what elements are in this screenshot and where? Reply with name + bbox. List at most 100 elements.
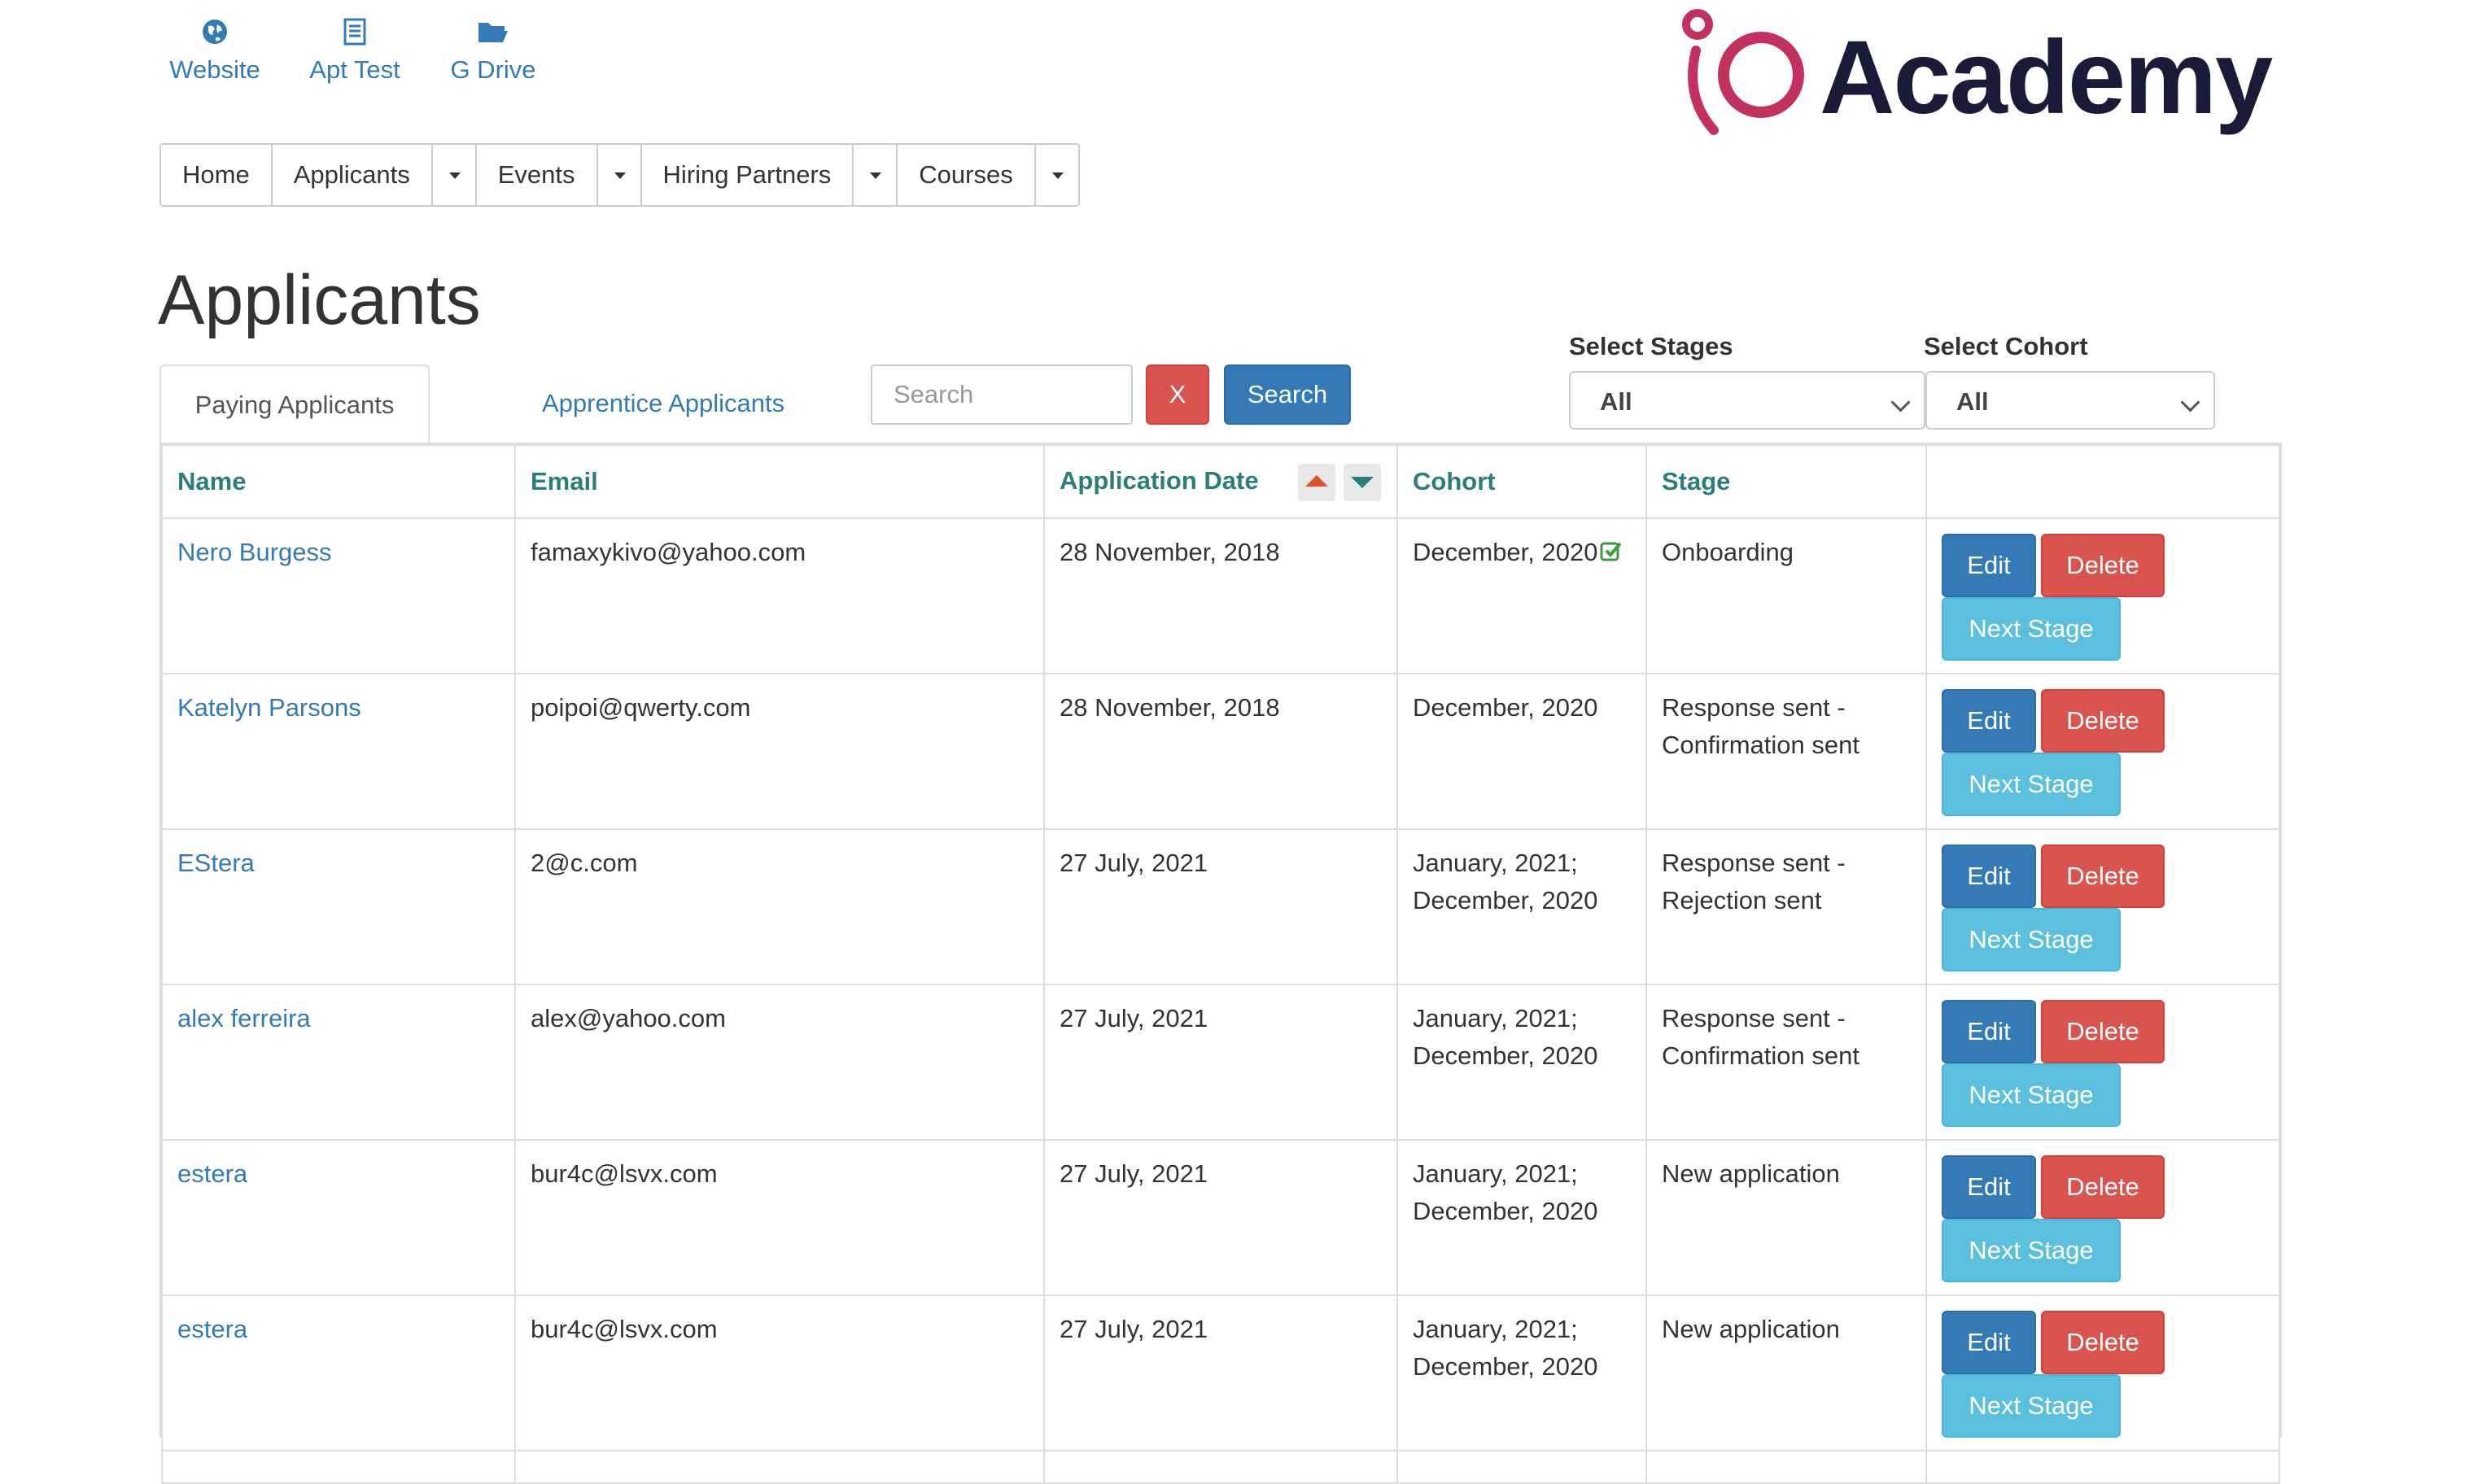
cohort-line: January, 2021; [1413,1159,1578,1188]
name-cell: Katelyn Parsons [161,673,516,830]
table-header-row: Name Email Application Date Cohort Stage [161,444,2280,519]
next-stage-button[interactable]: Next Stage [1942,908,2121,971]
stage-line: Response sent - [1662,849,1846,877]
stage-cell: Response sent - Confirmation sent [1645,984,1927,1141]
page-title: Applicants [158,261,481,339]
row-actions: Edit Delete Next Stage [1942,1311,2264,1441]
search-button[interactable]: Search [1224,364,1351,425]
stage-line: Rejection sent [1662,886,1822,914]
table-row: EStera 2@c.com 27 July, 2021 January, 2021;… [161,828,2280,985]
column-header-stage[interactable]: Stage [1645,444,1927,519]
name-cell: estera [161,1294,516,1451]
applicant-name-link[interactable]: estera [177,1315,247,1343]
next-stage-button[interactable]: Next Stage [1942,753,2121,816]
applicants-table: Name Email Application Date Cohort Stage… [159,443,2282,1484]
delete-button[interactable]: Delete [2041,689,2165,753]
cohort-cell: January, 2021; December, 2020 [1396,1139,1647,1296]
stage-cell: New application [1645,1294,1927,1451]
cohort-line: January, 2021; [1413,849,1578,877]
stage-line: Confirmation sent [1662,1041,1859,1070]
applicant-name-link[interactable]: estera [177,1159,247,1188]
quick-link-apt-test[interactable]: Apt Test [290,18,420,85]
stages-select-value: All [1600,387,1632,416]
actions-cell: Edit Delete Next Stage [1925,1294,2280,1451]
stage-line: New application [1662,1159,1840,1188]
stage-line: Confirmation sent [1662,731,1859,759]
brand-logo: Academy [1676,8,2273,146]
quick-link-website[interactable]: Website [150,18,280,85]
next-stage-button[interactable]: Next Stage [1942,1063,2121,1127]
clear-search-button[interactable]: X [1146,364,1209,425]
cohort-select[interactable]: All [1925,371,2215,430]
delete-button[interactable]: Delete [2041,1000,2165,1063]
list-icon [290,18,420,50]
column-header-cohort[interactable]: Cohort [1396,444,1647,519]
actions-cell: Edit Delete Next Stage [1925,984,2280,1141]
applicant-name-link[interactable]: Nero Burgess [177,538,332,566]
hiring-partners-dropdown-toggle[interactable] [854,145,898,205]
stage-line: New application [1662,1315,1840,1343]
next-stage-button[interactable]: Next Stage [1942,1219,2121,1282]
sort-descending-icon[interactable] [1344,464,1382,502]
table-row: estera bur4c@lsvx.com 27 July, 2021 January… [161,1294,2280,1451]
delete-button[interactable]: Delete [2041,845,2165,908]
row-actions: Edit Delete Next Stage [1942,845,2264,975]
application-date-cell: 27 July, 2021 [1043,1294,1398,1451]
courses-dropdown-toggle[interactable] [1036,145,1078,205]
quick-link-label: G Drive [450,55,536,84]
events-dropdown-toggle[interactable] [598,145,642,205]
stage-cell: New application [1645,1139,1927,1296]
table-row: Katelyn Parsons poipoi@qwerty.com 28 Novem… [161,673,2280,830]
email-cell: bur4c@lsvx.com [514,1139,1045,1296]
name-cell: estera [161,1139,516,1296]
nav-events[interactable]: Events [477,145,598,205]
cohort-line: January, 2021; [1413,1004,1578,1032]
cohort-cell: January, 2021; December, 2020 [1396,1294,1647,1451]
applicant-name-link[interactable]: alex ferreira [177,1004,311,1032]
stage-cell: Onboarding [1645,517,1927,674]
cohort-filter-label: Select Cohort [1924,332,2088,360]
cohort-line: December, 2020 [1413,693,1598,722]
tab-paying-applicants[interactable]: Paying Applicants [159,364,430,444]
stages-select[interactable]: All [1569,371,1925,430]
edit-button[interactable]: Edit [1942,845,2036,908]
nav-home[interactable]: Home [161,145,273,205]
name-cell: Nero Burgess [161,517,516,674]
next-stage-button[interactable]: Next Stage [1942,597,2121,661]
application-date-cell: 28 November, 2018 [1043,673,1398,830]
search-input[interactable] [871,364,1133,425]
tab-apprentice-applicants[interactable]: Apprentice Applicants [542,364,784,443]
nav-hiring-partners[interactable]: Hiring Partners [642,145,854,205]
column-header-actions [1925,444,2280,519]
stage-cell: Response sent - Confirmation sent [1645,673,1927,830]
email-cell: famaxykivo@yahoo.com [514,517,1045,674]
main-nav: Home Applicants Events Hiring Partners C… [159,143,1080,207]
column-header-name[interactable]: Name [161,444,516,519]
column-header-email[interactable]: Email [514,444,1045,519]
delete-button[interactable]: Delete [2041,534,2165,597]
sort-ascending-icon[interactable] [1298,464,1336,502]
applicants-dropdown-toggle[interactable] [433,145,477,205]
applicant-name-link[interactable]: Katelyn Parsons [177,693,361,722]
edit-button[interactable]: Edit [1942,689,2036,753]
edit-button[interactable]: Edit [1942,1311,2036,1374]
cohort-line: December, 2020 [1413,1041,1598,1070]
applicant-name-link[interactable]: EStera [177,849,255,877]
next-stage-button[interactable]: Next Stage [1942,1374,2121,1438]
actions-cell: Edit Delete Next Stage [1925,673,2280,830]
edit-button[interactable]: Edit [1942,1155,2036,1219]
table-row: Nero Burgess famaxykivo@yahoo.com 28 Novem… [161,517,2280,674]
email-cell: poipoi@qwerty.com [514,673,1045,830]
row-actions: Edit Delete Next Stage [1942,1155,2264,1285]
cohort-line: January, 2021; [1413,1315,1578,1343]
delete-button[interactable]: Delete [2041,1311,2165,1374]
actions-cell: Edit Delete Next Stage [1925,1139,2280,1296]
application-date-header-label[interactable]: Application Date [1060,466,1259,495]
nav-courses[interactable]: Courses [898,145,1036,205]
edit-button[interactable]: Edit [1942,534,2036,597]
nav-applicants[interactable]: Applicants [273,145,433,205]
edit-button[interactable]: Edit [1942,1000,2036,1063]
delete-button[interactable]: Delete [2041,1155,2165,1219]
quick-link-g-drive[interactable]: G Drive [428,18,558,85]
application-date-cell: 28 November, 2018 [1043,517,1398,674]
